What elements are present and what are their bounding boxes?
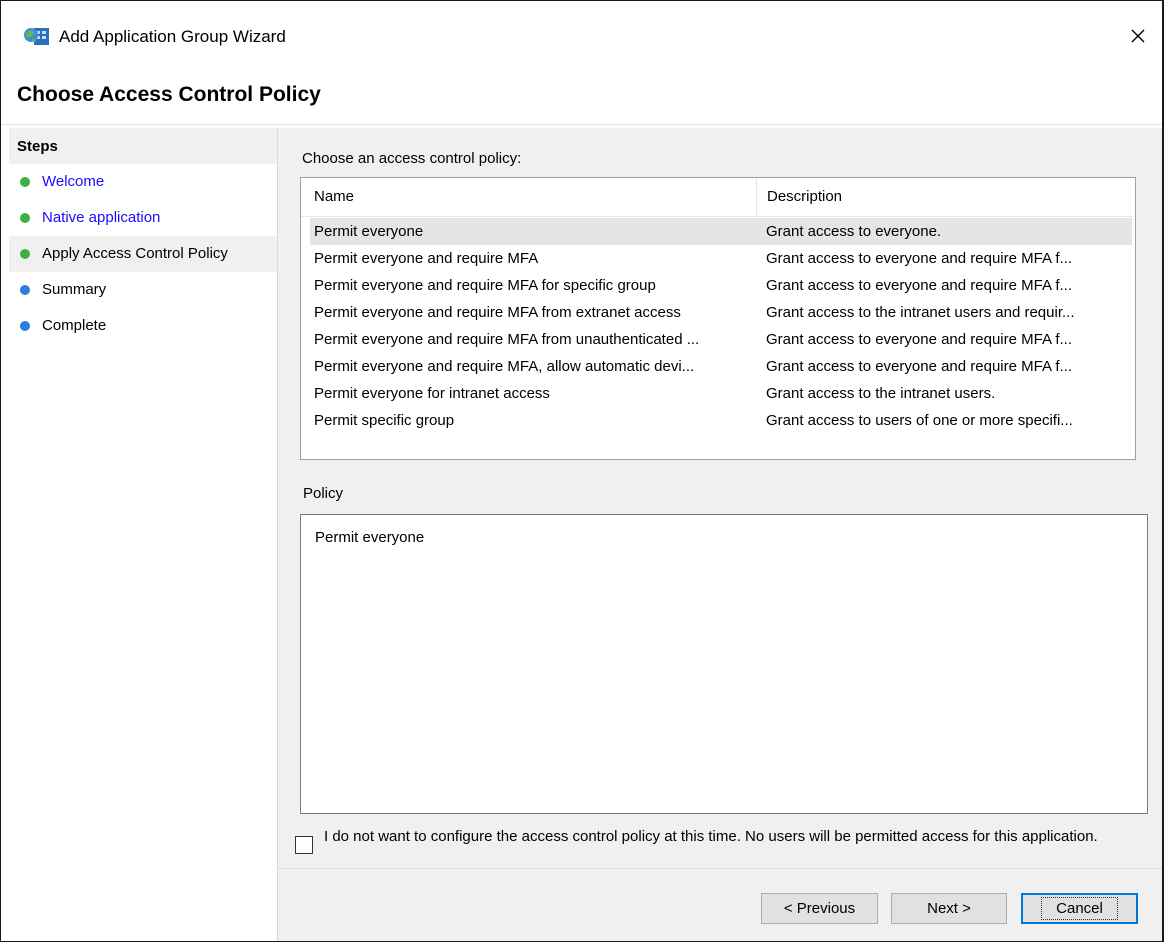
policy-description: Grant access to users of one or more spe… (766, 412, 1073, 429)
column-header-description[interactable]: Description (767, 188, 842, 205)
policy-name: Permit specific group (314, 412, 455, 429)
step-status-icon (20, 213, 30, 223)
step-native-application[interactable]: Native application (9, 200, 277, 236)
policy-detail-box[interactable]: Permit everyone (300, 514, 1148, 814)
policy-label: Policy (303, 485, 344, 502)
step-apply-access-control-policy: Apply Access Control Policy (9, 236, 277, 272)
previous-button[interactable]: < Previous (761, 893, 878, 924)
policy-name: Permit everyone and require MFA, allow a… (314, 358, 695, 375)
step-status-icon (20, 321, 30, 331)
wizard-window: Add Application Group Wizard Choose Acce… (0, 0, 1164, 942)
step-label: Welcome (42, 173, 105, 190)
step-label: Complete (42, 317, 107, 334)
step-status-icon (20, 285, 30, 295)
skip-policy-checkbox-label[interactable]: I do not want to configure the access co… (324, 826, 1144, 847)
policy-name: Permit everyone for intranet access (314, 385, 550, 402)
column-divider[interactable] (756, 178, 757, 216)
close-button[interactable] (1118, 19, 1158, 53)
policy-detail-text: Permit everyone (315, 529, 425, 546)
policy-row-permit-everyone[interactable]: Permit everyone Grant access to everyone… (310, 218, 1132, 245)
step-label: Summary (42, 281, 107, 298)
policy-row[interactable]: Permit everyone and require MFA from una… (310, 326, 1132, 353)
policy-row[interactable]: Permit specific group Grant access to us… (310, 407, 1132, 434)
step-welcome[interactable]: Welcome (9, 164, 277, 200)
step-status-icon (20, 177, 30, 187)
policy-name: Permit everyone and require MFA from ext… (314, 304, 681, 321)
step-label: Apply Access Control Policy (42, 245, 228, 262)
application-group-icon (23, 25, 51, 47)
policy-row[interactable]: Permit everyone and require MFA from ext… (310, 299, 1132, 326)
content-panel: Choose an access control policy: Name De… (278, 128, 1162, 941)
window-title: Add Application Group Wizard (59, 27, 286, 46)
policy-description: Grant access to everyone and require MFA… (766, 250, 1072, 267)
title-bar: Add Application Group Wizard (1, 1, 1162, 73)
policy-name: Permit everyone (314, 223, 424, 240)
policy-name: Permit everyone and require MFA from una… (314, 331, 700, 348)
policy-list-header: Name Description (301, 178, 1133, 217)
policy-row[interactable]: Permit everyone and require MFA for spec… (310, 272, 1132, 299)
cancel-button-label: Cancel (1041, 897, 1118, 920)
step-label: Native application (42, 209, 161, 226)
header-divider (1, 124, 1162, 125)
policy-name: Permit everyone and require MFA (314, 250, 539, 267)
policy-list-label: Choose an access control policy: (302, 150, 522, 167)
cancel-button[interactable]: Cancel (1021, 893, 1138, 924)
policy-row[interactable]: Permit everyone and require MFA, allow a… (310, 353, 1132, 380)
policy-row[interactable]: Permit everyone and require MFA Grant ac… (310, 245, 1132, 272)
close-icon (1131, 29, 1145, 43)
step-complete: Complete (9, 308, 277, 344)
button-bar: < Previous Next > Cancel (278, 868, 1162, 942)
page-title: Choose Access Control Policy (17, 83, 321, 106)
steps-heading: Steps (9, 128, 277, 164)
column-header-name[interactable]: Name (314, 188, 354, 205)
policy-name: Permit everyone and require MFA for spec… (314, 277, 656, 294)
step-status-icon (20, 249, 30, 259)
policy-description: Grant access to everyone. (766, 223, 942, 240)
policy-description: Grant access to everyone and require MFA… (766, 331, 1072, 348)
policy-description: Grant access to everyone and require MFA… (766, 358, 1072, 375)
policy-description: Grant access to the intranet users and r… (766, 304, 1075, 321)
policy-description: Grant access to the intranet users. (766, 385, 996, 402)
next-button[interactable]: Next > (891, 893, 1007, 924)
policy-list[interactable]: Name Description Permit everyone Grant a… (300, 177, 1136, 460)
policy-row[interactable]: Permit everyone for intranet access Gran… (310, 380, 1132, 407)
policy-description: Grant access to everyone and require MFA… (766, 277, 1072, 294)
skip-policy-checkbox[interactable] (295, 836, 313, 854)
steps-panel: Steps Welcome Native application Apply A… (9, 128, 278, 941)
step-summary: Summary (9, 272, 277, 308)
